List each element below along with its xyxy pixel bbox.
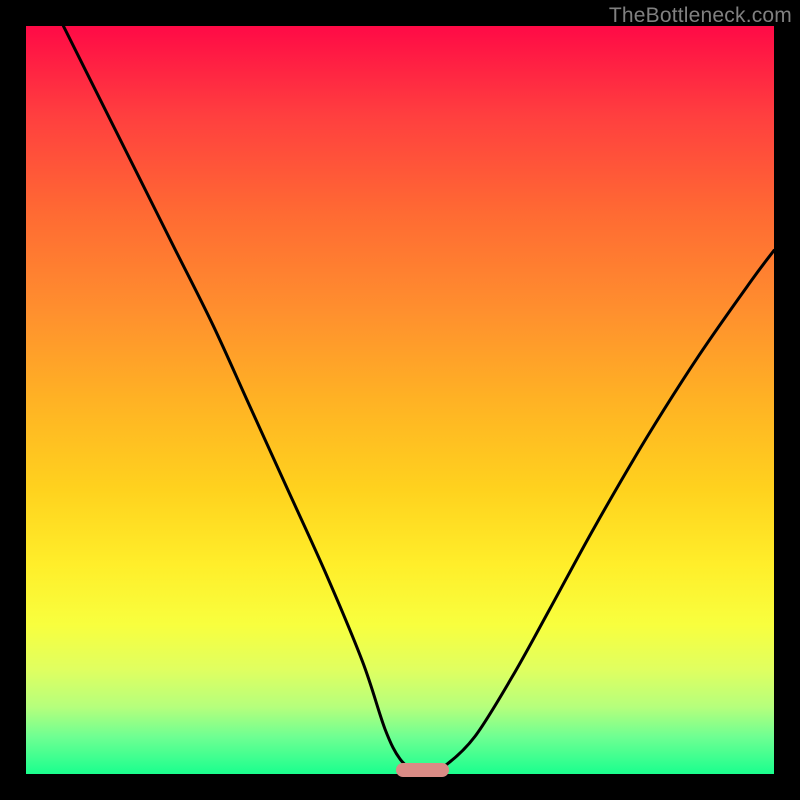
optimal-marker bbox=[396, 763, 448, 777]
chart-stage: TheBottleneck.com bbox=[0, 0, 800, 800]
bottleneck-curve bbox=[26, 26, 774, 774]
watermark-text: TheBottleneck.com bbox=[609, 4, 792, 28]
plot-area bbox=[26, 26, 774, 774]
